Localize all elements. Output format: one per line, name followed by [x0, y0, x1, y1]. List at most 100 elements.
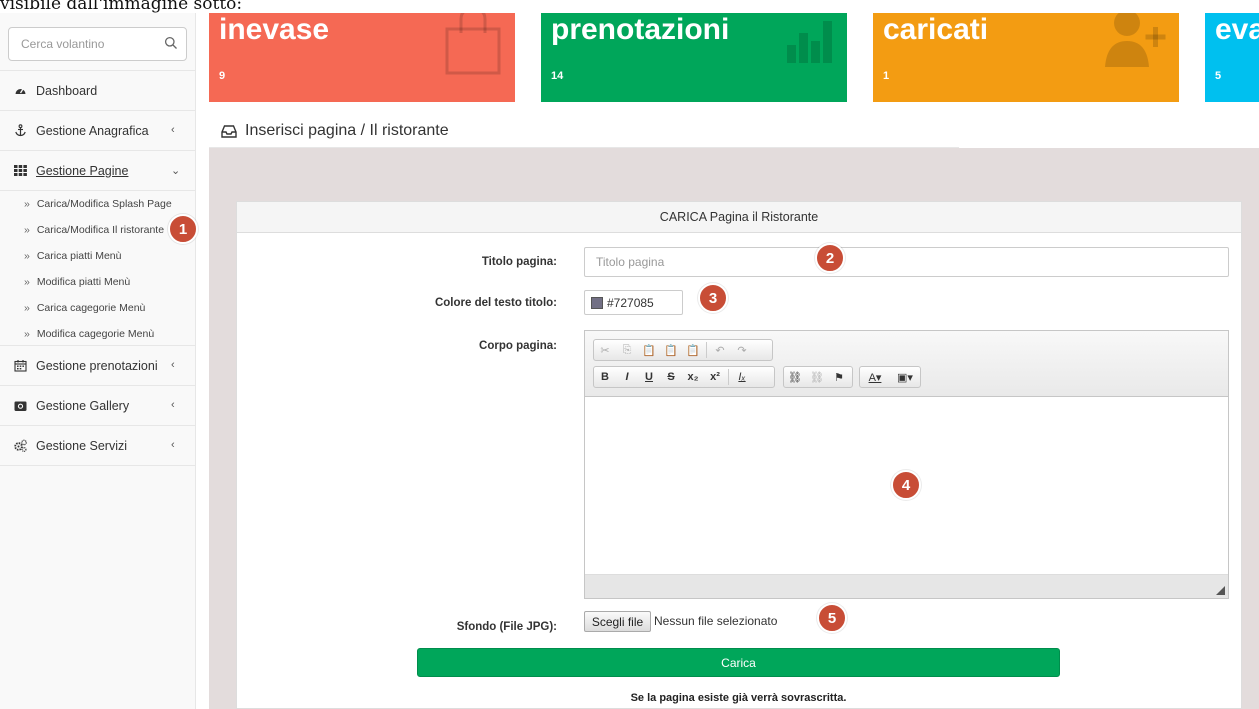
titolo-field[interactable]	[584, 247, 1229, 277]
stat-value: 5	[1215, 70, 1222, 82]
paste-icon[interactable]: 📋	[638, 340, 660, 360]
stat-box-inevase[interactable]: inevase 9	[209, 13, 515, 102]
remove-format-icon[interactable]: Iₓ	[731, 367, 753, 387]
submenu-item-carica-categorie[interactable]: » Carica cagegorie Menù	[24, 302, 145, 320]
toolbar-separator	[706, 342, 707, 358]
marker-1: 1	[168, 214, 198, 244]
bg-color-icon[interactable]: ▣▾	[890, 367, 920, 387]
sidebar-item-label: Gestione prenotazioni	[36, 358, 158, 373]
cut-icon[interactable]: ✂	[594, 340, 616, 360]
link-group: ⛓ ⛓ ⚑	[783, 366, 853, 388]
subscript-icon[interactable]: x₂	[682, 367, 704, 387]
page-header: Inserisci pagina / Il ristorante	[209, 115, 959, 148]
marker-2: 2	[815, 243, 845, 273]
chevron-left-icon: ‹	[171, 439, 175, 451]
color-picker-field[interactable]: #727085	[584, 290, 683, 315]
sidebar-item-prenotazioni[interactable]: Gestione prenotazioni ‹	[0, 346, 196, 386]
double-chevron-icon: »	[24, 328, 30, 340]
sidebar-item-servizi[interactable]: Gestione Servizi ‹	[0, 426, 196, 466]
chevron-left-icon: ‹	[171, 359, 175, 371]
marker-5: 5	[817, 603, 847, 633]
sidebar-item-label: Gestione Pagine	[36, 163, 129, 178]
marker-3: 3	[698, 283, 728, 313]
color-value: #727085	[607, 295, 654, 310]
stat-title: inevase	[219, 13, 330, 46]
stat-value: 1	[883, 70, 890, 82]
bold-icon[interactable]: B	[594, 367, 616, 387]
double-chevron-icon: »	[24, 250, 30, 262]
stat-value: 9	[219, 70, 226, 82]
anchor-icon	[14, 124, 27, 137]
clipboard-group: ✂ ⎘ 📋 📋 📋 ↶ ↷	[593, 339, 773, 361]
calendar-icon	[14, 359, 27, 372]
double-chevron-icon: »	[24, 224, 30, 236]
shopping-bag-icon	[445, 13, 501, 75]
choose-file-button[interactable]: Scegli file	[584, 611, 651, 632]
editor-toolbar: ✂ ⎘ 📋 📋 📋 ↶ ↷ B I U S x₂ x² Iₓ ⛓ ⛓ ⚑ A▾ …	[585, 331, 1228, 397]
sidebar-item-label: Gestione Servizi	[36, 438, 128, 453]
overwrite-note: Se la pagina esiste già verrà sovrascrit…	[630, 692, 847, 704]
sidebar-item-label: Gestione Gallery	[36, 398, 130, 413]
sidebar-item-gallery[interactable]: Gestione Gallery ‹	[0, 386, 196, 426]
corpo-label: Corpo pagina:	[479, 340, 557, 352]
paste-text-icon[interactable]: 📋	[660, 340, 682, 360]
titolo-label: Titolo pagina:	[481, 256, 557, 268]
file-status: Nessun file selezionato	[654, 614, 778, 628]
user-plus-icon	[1105, 13, 1166, 67]
underline-icon[interactable]: U	[638, 367, 660, 387]
camera-icon	[14, 399, 27, 412]
stat-title: caricati	[883, 13, 989, 46]
marker-4: 4	[891, 470, 921, 500]
chevron-down-icon: ⌄	[171, 165, 181, 177]
chevron-left-icon: ‹	[171, 399, 175, 411]
stat-title: evase	[1215, 13, 1259, 46]
submenu-item-ristorante[interactable]: » Carica/Modifica Il ristorante	[24, 224, 164, 242]
redo-icon[interactable]: ↷	[731, 340, 753, 360]
sidebar-item-dashboard[interactable]: Dashboard	[0, 71, 196, 111]
stat-title: prenotazioni	[551, 13, 730, 46]
stat-box-caricati[interactable]: caricati 1	[873, 13, 1179, 102]
search-input[interactable]	[8, 27, 187, 61]
double-chevron-icon: »	[24, 198, 30, 210]
submenu-item-modifica-categorie[interactable]: » Modifica cagegorie Menù	[24, 328, 154, 346]
paste-word-icon[interactable]: 📋	[682, 340, 704, 360]
sfondo-label: Sfondo (File JPG):	[456, 621, 557, 633]
stat-box-prenotazioni[interactable]: prenotazioni 14	[541, 13, 847, 102]
strike-icon[interactable]: S	[660, 367, 682, 387]
submenu-item-splash[interactable]: » Carica/Modifica Splash Page	[24, 198, 172, 216]
submit-button[interactable]: Carica	[417, 648, 1060, 677]
resize-handle-icon[interactable]	[1216, 586, 1225, 595]
text-color-icon[interactable]: A▾	[860, 367, 890, 387]
link-icon[interactable]: ⛓	[784, 367, 806, 387]
unlink-icon[interactable]: ⛓	[806, 367, 828, 387]
italic-icon[interactable]: I	[616, 367, 638, 387]
double-chevron-icon: »	[24, 276, 30, 288]
panel-title: CARICA Pagina il Ristorante	[237, 202, 1241, 233]
color-swatch	[591, 296, 603, 309]
submenu-item-carica-piatti[interactable]: » Carica piatti Menù	[24, 250, 121, 268]
search-icon[interactable]	[164, 36, 178, 50]
dashboard-icon	[14, 84, 27, 97]
toolbar-separator	[728, 369, 729, 385]
sidebar-item-anagrafica[interactable]: Gestione Anagrafica ‹	[0, 111, 196, 151]
anchor-flag-icon[interactable]: ⚑	[828, 367, 850, 387]
inbox-icon	[221, 124, 237, 138]
color-group: A▾ ▣▾	[859, 366, 921, 388]
editor-statusbar	[585, 574, 1228, 598]
undo-icon[interactable]: ↶	[709, 340, 731, 360]
stat-value: 14	[551, 70, 564, 82]
bar-chart-icon	[787, 21, 832, 63]
sidebar-item-label: Dashboard	[36, 83, 98, 98]
stat-box-evase[interactable]: evase 5	[1205, 13, 1259, 102]
sidebar-item-label: Gestione Anagrafica	[36, 123, 149, 138]
submenu-pagine: » Carica/Modifica Splash Page » Carica/Mod…	[0, 190, 196, 346]
top-caption: visibile dall'immagine sotto:	[0, 0, 243, 14]
cogs-icon	[14, 439, 27, 452]
superscript-icon[interactable]: x²	[704, 367, 726, 387]
colore-label: Colore del testo titolo:	[434, 297, 557, 309]
submenu-item-modifica-piatti[interactable]: » Modifica piatti Menù	[24, 276, 130, 294]
sidebar-search	[0, 13, 196, 71]
page-title: Inserisci pagina / Il ristorante	[245, 122, 449, 139]
sidebar-item-pagine[interactable]: Gestione Pagine ⌄	[0, 151, 196, 191]
copy-icon[interactable]: ⎘	[616, 340, 638, 360]
